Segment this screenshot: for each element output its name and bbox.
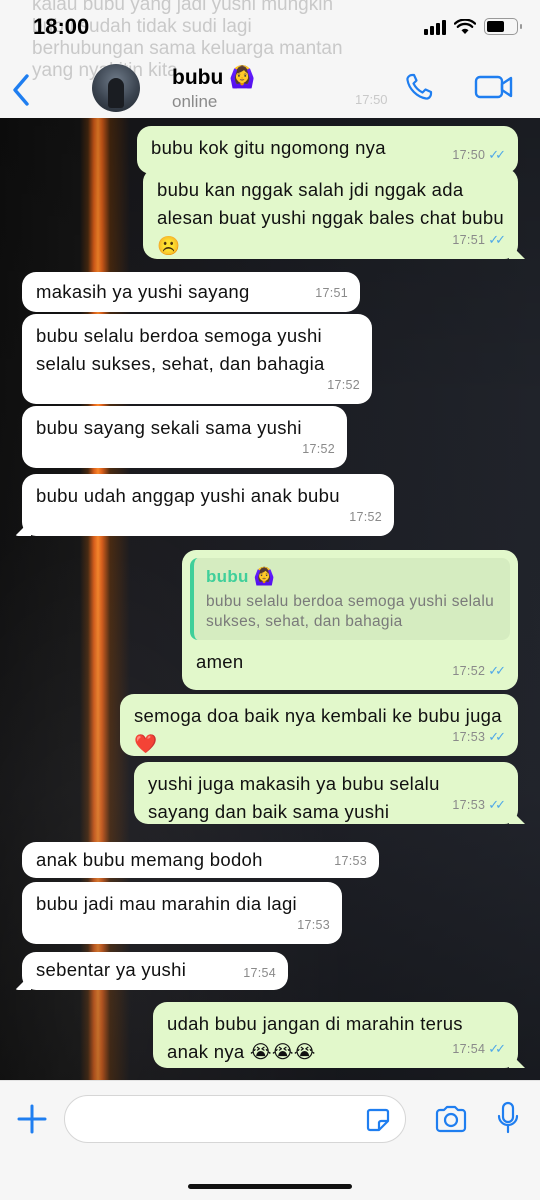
message-time: 17:53 bbox=[452, 730, 486, 744]
message-bubble-outgoing-reply[interactable]: bubu 🙆‍♀️ bubu selalu berdoa semoga yush… bbox=[182, 550, 518, 690]
message-time: 17:52 bbox=[349, 510, 382, 524]
phone-icon[interactable] bbox=[404, 72, 434, 102]
message-bubble-incoming[interactable]: makasih ya yushi sayang 17:51 bbox=[22, 272, 360, 312]
cellular-signal-icon bbox=[424, 19, 446, 35]
message-bubble-outgoing[interactable]: yushi juga makasih ya bubu selalu sayang… bbox=[134, 762, 518, 824]
message-bubble-outgoing[interactable]: semoga doa baik nya kembali ke bubu juga… bbox=[120, 694, 518, 756]
plus-icon[interactable] bbox=[16, 1103, 48, 1135]
message-time: 17:53 bbox=[452, 798, 486, 812]
message-text: semoga doa baik nya kembali ke bubu juga… bbox=[134, 705, 502, 754]
message-text: bubu selalu berdoa semoga yushi selalu s… bbox=[36, 325, 325, 374]
read-receipt-icon: ✓✓ bbox=[488, 663, 506, 678]
message-bubble-incoming[interactable]: sebentar ya yushi 17:54 bbox=[22, 952, 288, 990]
message-time: 17:52 bbox=[302, 442, 335, 456]
contact-status: online bbox=[172, 92, 218, 111]
camera-icon[interactable] bbox=[434, 1105, 468, 1133]
message-input-bar bbox=[0, 1080, 540, 1200]
message-bubble-incoming[interactable]: bubu sayang sekali sama yushi 17:52 bbox=[22, 406, 347, 468]
message-meta: 17:52 ✓✓ bbox=[452, 657, 506, 685]
message-bubble-incoming[interactable]: anak bubu memang bodoh 17:53 bbox=[22, 842, 379, 878]
message-bubble-incoming[interactable]: bubu udah anggap yushi anak bubu 17:52 bbox=[22, 474, 394, 536]
message-bubble-outgoing[interactable]: bubu kan nggak salah jdi nggak ada alesa… bbox=[143, 168, 518, 259]
message-bubble-outgoing[interactable]: udah bubu jangan di marahin terus anak n… bbox=[153, 1002, 518, 1068]
message-text: makasih ya yushi sayang bbox=[36, 281, 250, 302]
message-time: 17:50 bbox=[452, 148, 486, 162]
message-time: 17:52 bbox=[327, 378, 360, 392]
message-text: yushi juga makasih ya bubu selalu sayang… bbox=[148, 773, 440, 822]
message-time: 17:51 bbox=[315, 286, 348, 300]
notification-line: berhubungan sama keluarga mantan bbox=[32, 38, 343, 59]
message-meta: 17:53 bbox=[334, 847, 367, 875]
message-text: bubu kok gitu ngomong nya bbox=[151, 137, 386, 158]
message-text: bubu sayang sekali sama yushi bbox=[36, 417, 302, 438]
message-meta: 17:52 bbox=[349, 503, 382, 531]
message-bubble-incoming[interactable]: bubu selalu berdoa semoga yushi selalu s… bbox=[22, 314, 372, 404]
chat-area[interactable]: bubu kok gitu ngomong nya 17:50 ✓✓ bubu k… bbox=[0, 118, 540, 1080]
message-time: 17:52 bbox=[452, 664, 486, 678]
message-time: 17:51 bbox=[452, 233, 486, 247]
message-input[interactable] bbox=[64, 1095, 406, 1143]
wifi-icon bbox=[454, 18, 476, 34]
chevron-left-icon[interactable] bbox=[10, 72, 32, 108]
message-time: 17:53 bbox=[334, 854, 367, 868]
home-indicator bbox=[188, 1184, 352, 1189]
read-receipt-icon: ✓✓ bbox=[488, 147, 506, 162]
sticker-icon[interactable] bbox=[365, 1107, 391, 1133]
message-meta: 17:52 bbox=[302, 435, 335, 463]
read-receipt-icon: ✓✓ bbox=[488, 1041, 506, 1056]
message-meta: 17:53 ✓✓ bbox=[452, 791, 506, 819]
message-meta: 17:50 ✓✓ bbox=[452, 141, 506, 169]
avatar[interactable] bbox=[92, 64, 140, 112]
message-text: anak bubu memang bodoh bbox=[36, 849, 263, 870]
message-meta: 17:51 ✓✓ bbox=[452, 226, 506, 254]
battery-icon bbox=[484, 18, 522, 35]
status-time: 18:00 bbox=[33, 14, 90, 39]
message-time: 17:53 bbox=[297, 918, 330, 932]
message-meta: 17:54 ✓✓ bbox=[452, 1035, 506, 1063]
message-meta: 17:53 bbox=[297, 911, 330, 939]
read-receipt-icon: ✓✓ bbox=[488, 232, 506, 247]
quoted-author: bubu 🙆‍♀️ bbox=[206, 567, 276, 586]
message-text: sebentar ya yushi bbox=[36, 959, 187, 980]
video-icon[interactable] bbox=[474, 73, 514, 101]
chat-header: kalau bubu yang jadi yushi mungkin bubu … bbox=[0, 0, 540, 118]
quoted-text: bubu selalu berdoa semoga yushi selalu s… bbox=[206, 593, 495, 630]
message-meta: 17:52 bbox=[327, 371, 360, 399]
message-time: 17:54 bbox=[243, 966, 276, 980]
microphone-icon[interactable] bbox=[496, 1101, 520, 1137]
message-bubble-incoming[interactable]: bubu jadi mau marahin dia lagi 17:53 bbox=[22, 882, 342, 944]
quoted-message[interactable]: bubu 🙆‍♀️ bubu selalu berdoa semoga yush… bbox=[190, 558, 510, 640]
message-text: bubu udah anggap yushi anak bubu bbox=[36, 485, 340, 506]
status-icons bbox=[424, 18, 522, 35]
message-time: 17:54 bbox=[452, 1042, 486, 1056]
message-bubble-outgoing[interactable]: bubu kok gitu ngomong nya 17:50 ✓✓ bbox=[137, 126, 518, 174]
read-receipt-icon: ✓✓ bbox=[488, 797, 506, 812]
message-text: bubu jadi mau marahin dia lagi bbox=[36, 893, 297, 914]
notification-time: 17:50 bbox=[355, 92, 388, 107]
call-actions bbox=[404, 72, 514, 102]
message-meta: 17:54 bbox=[243, 959, 276, 987]
contact-name[interactable]: bubu 🙆‍♀️ bbox=[172, 66, 255, 90]
message-meta: 17:51 bbox=[315, 279, 348, 307]
read-receipt-icon: ✓✓ bbox=[488, 729, 506, 744]
message-meta: 17:53 ✓✓ bbox=[452, 723, 506, 751]
